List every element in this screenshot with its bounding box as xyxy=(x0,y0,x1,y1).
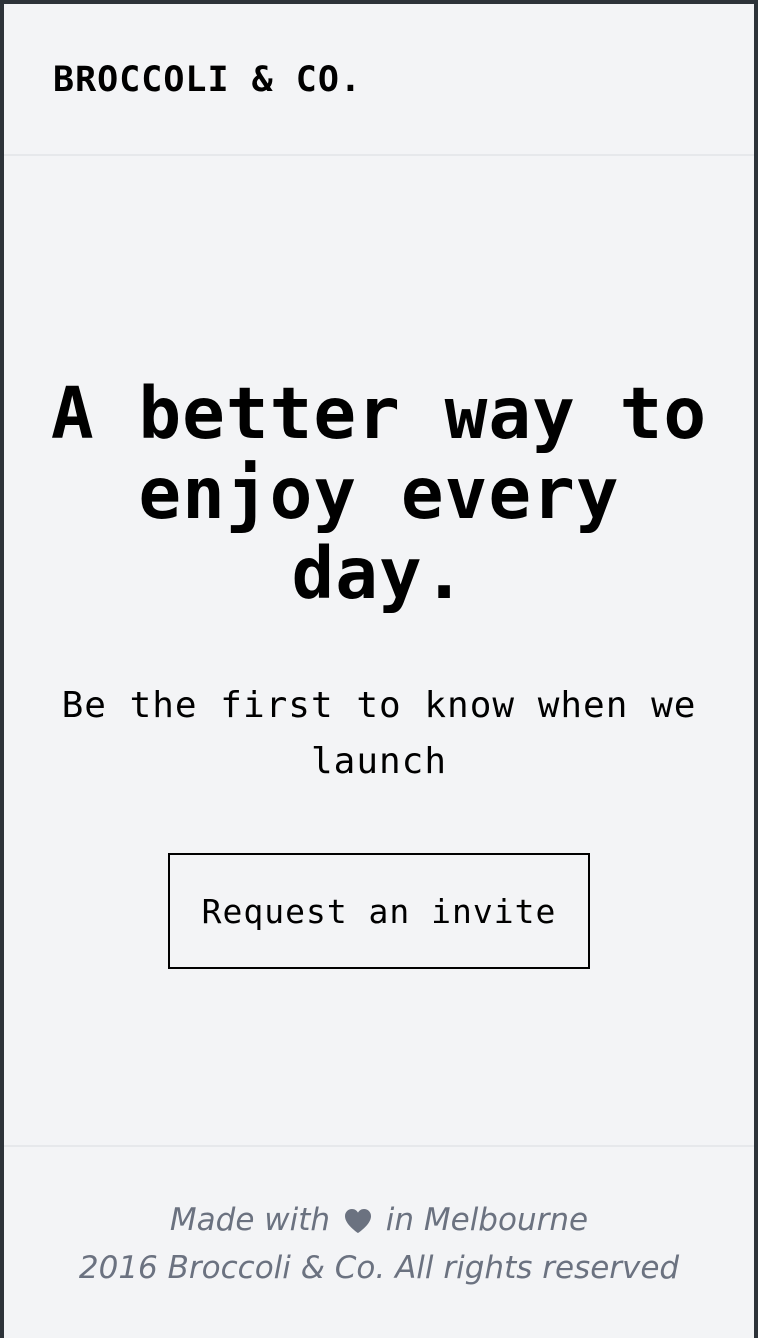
hero-subheadline: Be the first to know when we launch xyxy=(61,685,697,782)
heart-icon xyxy=(344,1200,372,1248)
request-invite-button[interactable]: Request an invite xyxy=(168,853,590,969)
site-footer: Made with in Melbourne 2016 Broccoli & C… xyxy=(4,1145,754,1338)
brand-logo-text[interactable]: BROCCOLI & CO. xyxy=(53,56,362,104)
copyright-text: 2016 Broccoli & Co. All rights reserved xyxy=(78,1250,680,1286)
made-with-line: Made with in Melbourne xyxy=(4,1196,754,1248)
site-header: BROCCOLI & CO. xyxy=(4,4,754,156)
made-with-suffix: in Melbourne xyxy=(385,1202,589,1238)
hero-section: A better way to enjoy every day. Be the … xyxy=(4,156,754,1146)
hero-headline: A better way to enjoy every day. xyxy=(50,372,708,615)
made-with-prefix: Made with xyxy=(169,1202,331,1238)
page: BROCCOLI & CO. A better way to enjoy eve… xyxy=(4,4,754,1338)
